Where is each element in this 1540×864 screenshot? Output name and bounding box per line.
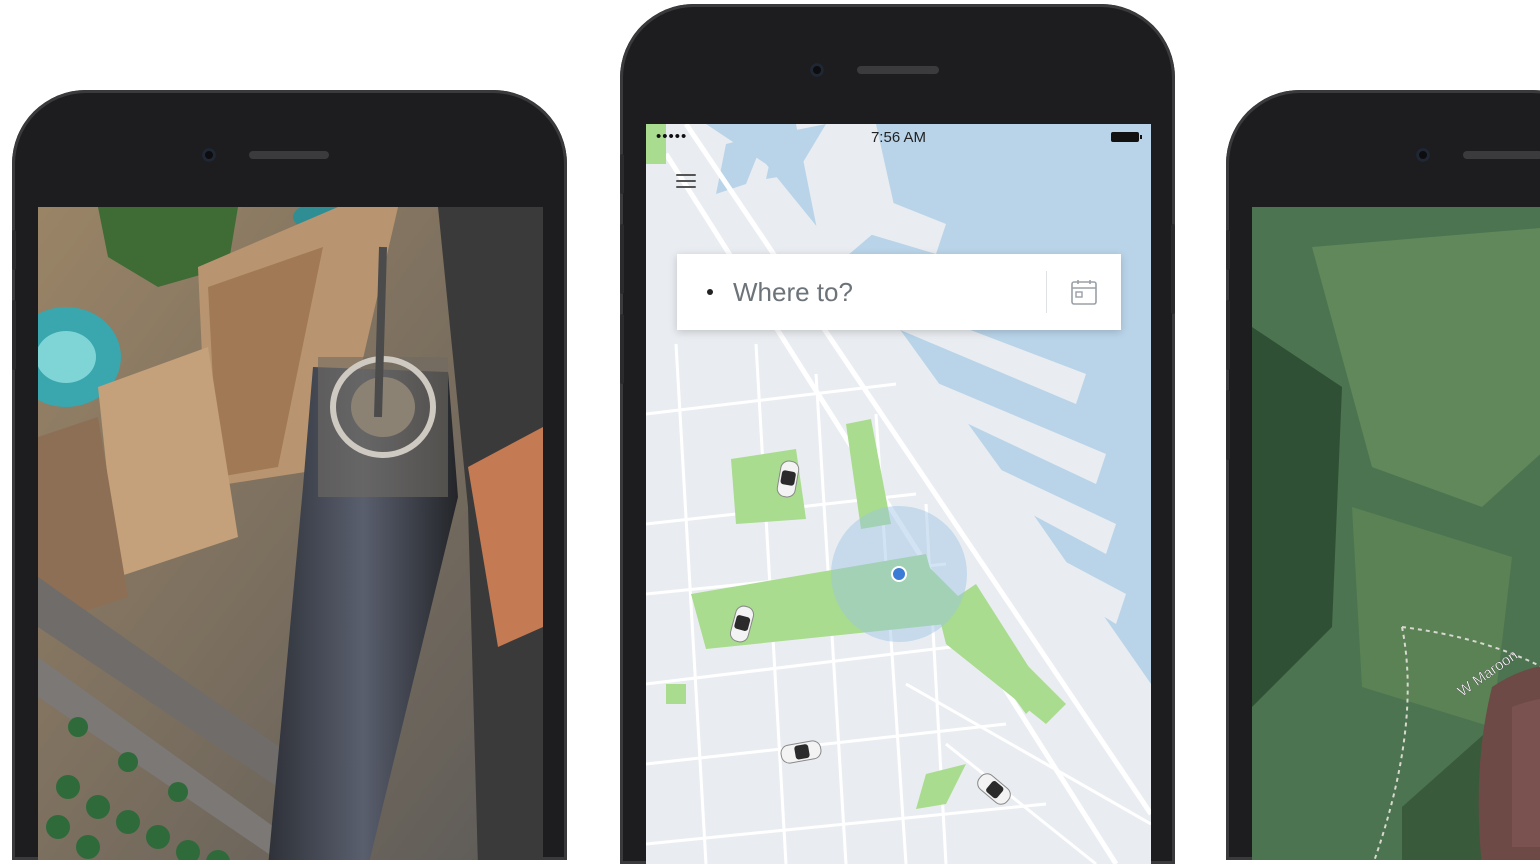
status-time: 7:56 AM xyxy=(870,128,927,146)
satellite-city-image xyxy=(38,207,543,860)
volume-down-button xyxy=(620,314,624,384)
mute-switch xyxy=(1226,230,1230,270)
phone-left xyxy=(12,90,567,860)
mute-switch xyxy=(12,230,16,270)
ride-app-screen: ••••• 7:56 AM Where to? xyxy=(646,124,1151,864)
phone-center: ••••• 7:56 AM Where to? xyxy=(620,4,1175,864)
volume-down-button xyxy=(1226,390,1230,460)
front-camera-icon xyxy=(1416,148,1430,162)
battery-icon xyxy=(1111,132,1142,142)
satellite-nature-screen: W Maroon xyxy=(1252,207,1540,860)
power-button xyxy=(1171,224,1175,314)
speaker-grille xyxy=(249,151,329,159)
volume-up-button xyxy=(620,224,624,294)
map-view[interactable] xyxy=(646,124,1151,864)
speaker-grille xyxy=(1463,151,1540,159)
destination-search-card[interactable]: Where to? xyxy=(677,254,1121,330)
volume-up-button xyxy=(12,300,16,370)
status-bar: ••••• 7:56 AM xyxy=(646,124,1151,150)
calendar-icon xyxy=(1071,280,1097,305)
satellite-terrain-image: W Maroon xyxy=(1252,207,1540,860)
location-dot-icon xyxy=(891,566,907,582)
destination-dot-icon xyxy=(707,289,713,295)
volume-up-button xyxy=(1226,300,1230,370)
phone-right: W Maroon xyxy=(1226,90,1540,860)
hamburger-menu-icon[interactable] xyxy=(676,174,696,188)
mute-switch xyxy=(620,154,624,194)
front-camera-icon xyxy=(202,148,216,162)
satellite-city-screen xyxy=(38,207,543,860)
signal-strength: ••••• xyxy=(656,128,688,145)
front-camera-icon xyxy=(810,63,824,77)
where-to-placeholder[interactable]: Where to? xyxy=(733,277,1046,308)
speaker-grille xyxy=(857,66,939,74)
schedule-ride-button[interactable] xyxy=(1047,254,1121,330)
